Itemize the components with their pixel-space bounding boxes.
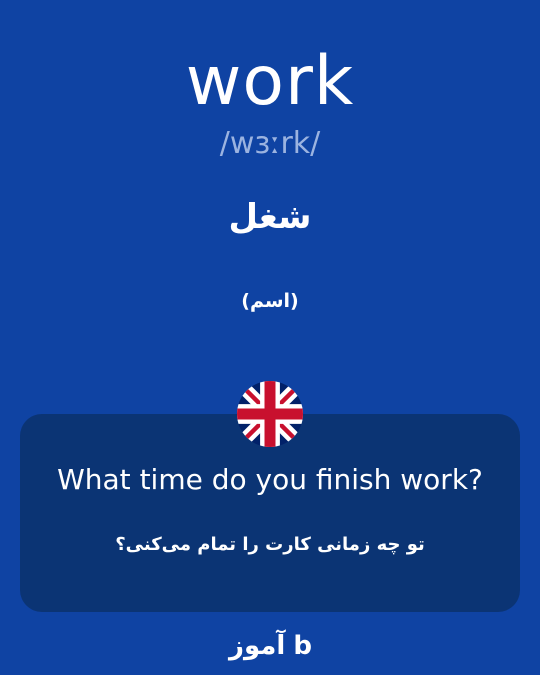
word-title: work xyxy=(185,42,355,121)
part-of-speech: (اسم) xyxy=(241,290,299,312)
example-sentence-translation: تو چه زمانی کارت را تمام می‌کنی؟ xyxy=(115,534,425,555)
persian-translation: شغل xyxy=(228,197,312,237)
uk-flag-icon xyxy=(237,381,303,447)
brand-logo[interactable]: b آموز xyxy=(0,628,540,664)
phonetic-transcription: /wɜːrk/ xyxy=(219,126,321,161)
example-sentence: What time do you finish work? xyxy=(57,463,483,496)
